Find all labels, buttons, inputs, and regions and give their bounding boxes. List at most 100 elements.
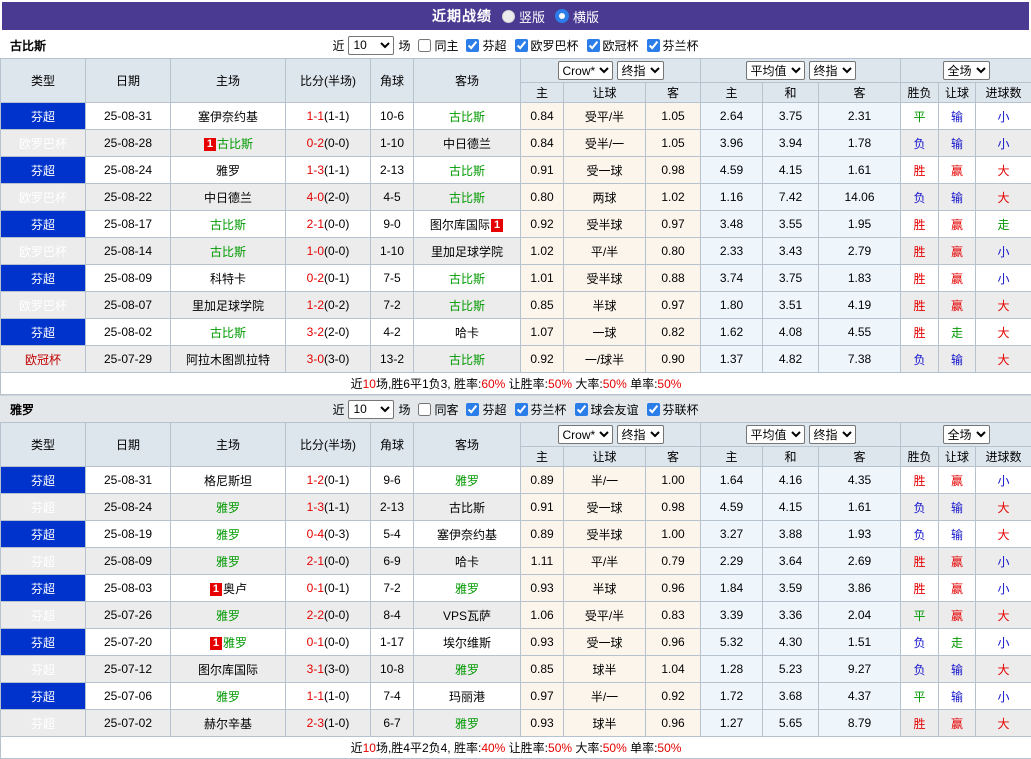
avg-odds-away: 1.93 [819,521,901,548]
away-team-link[interactable]: 古比斯 [449,299,485,313]
away-team-link[interactable]: 古比斯 [449,110,485,124]
league-type-badge: 欧罗巴杯 [1,130,86,157]
final-index-select[interactable]: 终指 [809,425,856,444]
final-index-select[interactable]: 终指 [617,425,664,444]
match-row: 芬超25-07-02赫尔辛基2-3(1-0)6-7雅罗0.93球半0.961.2… [1,710,1031,737]
full-court-select[interactable]: 全场 [943,61,990,80]
near-label: 近 [332,37,344,54]
summary-text: 50% [548,377,572,391]
company-select[interactable]: Crow* [558,61,613,80]
home-team-link[interactable]: 雅罗 [216,528,240,542]
home-team-link[interactable]: 雅罗 [216,164,240,178]
horizontal-layout-radio[interactable]: 横版 [555,7,599,26]
league-checkbox[interactable] [587,39,600,52]
full-court-select[interactable]: 全场 [943,425,990,444]
horizontal-radio-label[interactable]: 横版 [573,7,599,26]
final-index-select[interactable]: 终指 [617,61,664,80]
away-team-link[interactable]: 古比斯 [449,191,485,205]
radio-on-icon[interactable] [555,9,569,23]
halftime-score: (1-1) [324,500,349,514]
league-checkbox[interactable] [466,403,479,416]
result-goals: 大 [976,184,1031,211]
home-team-link[interactable]: 图尔库国际 [198,663,258,677]
away-team-link[interactable]: 雅罗 [455,582,479,596]
score-cell: 1-3(1-1) [286,494,371,521]
home-team-link[interactable]: 中日德兰 [204,191,252,205]
home-team-link[interactable]: 雅罗 [216,609,240,623]
home-cell: 塞伊奈约基 [171,103,286,130]
halftime-score: (3-0) [324,352,349,366]
title-bar: 近期战绩 竖版 横版 [2,2,1029,30]
home-team-link[interactable]: 雅罗 [223,636,247,650]
halftime-score: (0-3) [324,527,349,541]
league-checkbox[interactable] [647,403,660,416]
away-team-link[interactable]: VPS瓦萨 [443,609,491,623]
home-team-link[interactable]: 塞伊奈约基 [198,110,258,124]
away-team-link[interactable]: 塞伊奈约基 [437,528,497,542]
home-cell: 阿拉木图凯拉特 [171,346,286,373]
same-venue-checkbox[interactable] [418,403,431,416]
corner-score: 4-2 [371,319,414,346]
away-team-link[interactable]: 古比斯 [449,272,485,286]
average-select[interactable]: 平均值 [746,425,805,444]
home-team-link[interactable]: 科特卡 [210,272,246,286]
summary-text: 50% [603,377,627,391]
final-index-select[interactable]: 终指 [809,61,856,80]
fulltime-score: 1-3 [307,500,324,514]
away-team-link[interactable]: 古比斯 [449,164,485,178]
away-team-link[interactable]: 玛丽港 [449,690,485,704]
away-team-link[interactable]: 埃尔维斯 [443,636,491,650]
company-select[interactable]: Crow* [558,425,613,444]
away-cell: 里加足球学院 [414,238,521,265]
average-select[interactable]: 平均值 [746,61,805,80]
handicap-line: 受半球 [564,265,646,292]
home-team-link[interactable]: 古比斯 [210,245,246,259]
avg-odds-home: 3.27 [701,521,763,548]
home-team-link[interactable]: 格尼斯坦 [204,474,252,488]
score-cell: 1-3(1-1) [286,157,371,184]
away-team-link[interactable]: 古比斯 [449,501,485,515]
match-count-select[interactable]: 10 [348,36,394,55]
away-team-link[interactable]: 雅罗 [455,474,479,488]
result-goals: 大 [976,710,1031,737]
home-team-link[interactable]: 里加足球学院 [192,299,264,313]
home-team-link[interactable]: 阿拉木图凯拉特 [186,353,270,367]
league-checkbox[interactable] [647,39,660,52]
same-venue-checkbox[interactable] [418,39,431,52]
away-team-link[interactable]: 哈卡 [455,326,479,340]
match-count-select[interactable]: 10 [348,400,394,419]
team-sections: 古比斯近10场同主芬超欧罗巴杯欧冠杯芬兰杯类型日期主场比分(半场)角球客场Cro… [0,32,1031,759]
vertical-radio-label[interactable]: 竖版 [519,7,545,26]
result-handicap: 输 [939,346,976,373]
home-team-link[interactable]: 古比斯 [210,326,246,340]
home-team-link[interactable]: 古比斯 [217,137,253,151]
corner-score: 10-8 [371,656,414,683]
home-team-link[interactable]: 雅罗 [216,501,240,515]
radio-off-icon[interactable] [502,10,515,23]
away-team-link[interactable]: 哈卡 [455,555,479,569]
handicap-line: 受一球 [564,494,646,521]
avg-odds-draw: 4.82 [763,346,819,373]
home-cell: 雅罗 [171,494,286,521]
home-team-link[interactable]: 古比斯 [210,218,246,232]
league-checkbox[interactable] [575,403,588,416]
league-type-badge: 欧罗巴杯 [1,184,86,211]
league-checkbox[interactable] [515,403,528,416]
match-row: 芬超25-08-17古比斯2-1(0-0)9-0图尔库国际10.92受半球0.9… [1,211,1031,238]
home-team-link[interactable]: 雅罗 [216,555,240,569]
home-team-link[interactable]: 雅罗 [216,690,240,704]
away-team-link[interactable]: 里加足球学院 [431,245,503,259]
vertical-layout-radio[interactable]: 竖版 [502,7,545,26]
avg-odds-home: 5.32 [701,629,763,656]
away-team-link[interactable]: 雅罗 [455,663,479,677]
halftime-score: (1-1) [324,109,349,123]
league-checkbox[interactable] [515,39,528,52]
away-team-link[interactable]: 图尔库国际 [430,218,490,232]
home-team-link[interactable]: 赫尔辛基 [204,717,252,731]
handicap-odds-away: 1.02 [646,184,701,211]
away-team-link[interactable]: 古比斯 [449,353,485,367]
league-checkbox[interactable] [466,39,479,52]
home-team-link[interactable]: 奥卢 [223,582,247,596]
away-team-link[interactable]: 中日德兰 [443,137,491,151]
away-team-link[interactable]: 雅罗 [455,717,479,731]
